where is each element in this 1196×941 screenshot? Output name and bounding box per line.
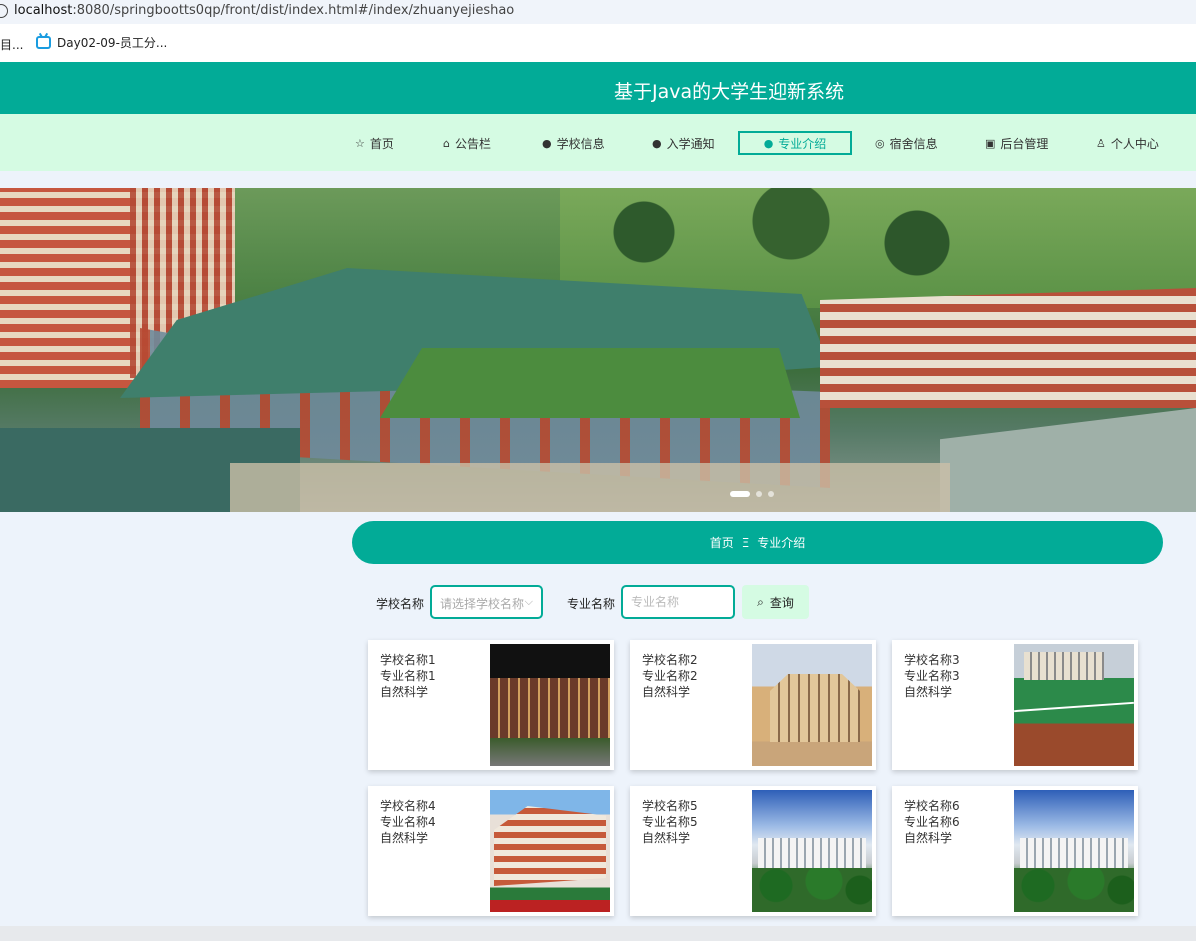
- nav-label: 宿舍信息: [889, 136, 938, 151]
- card-image: [752, 644, 872, 766]
- nav-label: 入学通知: [666, 136, 715, 151]
- nav-item-home[interactable]: ☆ 首页: [355, 131, 394, 155]
- card-major: 专业名称4: [380, 815, 436, 829]
- card-category: 自然科学: [380, 831, 429, 845]
- card-image: [490, 644, 610, 766]
- bookmark-label: Day02-09-员工分...: [57, 36, 168, 50]
- bookmark-item[interactable]: Day02-09-员工分...: [36, 34, 167, 51]
- carousel-indicators: [730, 491, 774, 497]
- alert-circle-icon: ●: [542, 136, 552, 150]
- major-card[interactable]: 学校名称5 专业名称5 自然科学: [630, 786, 876, 916]
- card-image: [490, 790, 610, 912]
- nav-item-profile[interactable]: ♙ 个人中心: [1096, 131, 1159, 155]
- card-category: 自然科学: [904, 685, 953, 699]
- question-circle-icon: ●: [652, 136, 662, 150]
- nav-label: 后台管理: [1000, 136, 1049, 151]
- bilibili-icon: [36, 36, 51, 49]
- nav-item-notices[interactable]: ⌂ 公告栏: [443, 131, 491, 155]
- card-school: 学校名称5: [642, 799, 698, 813]
- url-text[interactable]: localhost:8080/springbootts0qp/front/dis…: [14, 3, 514, 18]
- star-icon: ☆: [355, 136, 365, 150]
- card-school: 学校名称3: [904, 653, 960, 667]
- card-category: 自然科学: [380, 685, 429, 699]
- nav-label: 公告栏: [454, 136, 491, 151]
- nav-label: 个人中心: [1110, 136, 1159, 151]
- nav-item-admin[interactable]: ▣ 后台管理: [985, 131, 1048, 155]
- briefcase-icon: ▣: [985, 136, 996, 150]
- school-name-select[interactable]: 请选择学校名称 ⌵: [430, 585, 543, 619]
- bookmarks-bar: 目... Day02-09-员工分...: [0, 24, 1196, 62]
- nav-item-dorm-info[interactable]: ◎ 宿舍信息: [875, 131, 938, 155]
- bag-icon: ⌂: [443, 136, 450, 150]
- breadcrumb-separator-icon: Ξ: [741, 535, 750, 550]
- card-text: 学校名称4 专业名称4 自然科学: [380, 798, 436, 846]
- school-select-placeholder: 请选择学校名称: [440, 597, 525, 611]
- banner-plaza: [230, 463, 950, 512]
- nav-item-major-intro[interactable]: ● 专业介绍: [738, 131, 852, 155]
- major-card[interactable]: 学校名称2 专业名称2 自然科学: [630, 640, 876, 770]
- info-circle-icon: ●: [763, 136, 774, 150]
- banner-roof-garden: [380, 348, 800, 418]
- user-icon: ♙: [1096, 136, 1106, 150]
- site-info-icon[interactable]: [0, 4, 8, 18]
- card-category: 自然科学: [904, 831, 953, 845]
- card-text: 学校名称5 专业名称5 自然科学: [642, 798, 698, 846]
- breadcrumb-current: 专业介绍: [757, 536, 806, 550]
- card-category: 自然科学: [642, 685, 691, 699]
- breadcrumb-home[interactable]: 首页: [710, 534, 734, 551]
- carousel-dot-active[interactable]: [730, 491, 750, 497]
- card-school: 学校名称4: [380, 799, 436, 813]
- major-card[interactable]: 学校名称1 专业名称1 自然科学: [368, 640, 614, 770]
- nav-label: 专业介绍: [778, 136, 827, 151]
- banner-building-right-low: [940, 408, 1196, 512]
- school-name-label: 学校名称: [376, 597, 425, 611]
- address-bar[interactable]: localhost:8080/springbootts0qp/front/dis…: [0, 0, 1196, 24]
- card-text: 学校名称1 专业名称1 自然科学: [380, 652, 436, 700]
- card-major: 专业名称2: [642, 669, 698, 683]
- card-school: 学校名称6: [904, 799, 960, 813]
- major-name-input[interactable]: [621, 585, 735, 619]
- search-button[interactable]: ⌕ 查询: [742, 585, 809, 619]
- target-icon: ◎: [875, 136, 885, 150]
- card-major: 专业名称3: [904, 669, 960, 683]
- card-category: 自然科学: [642, 831, 691, 845]
- card-major: 专业名称6: [904, 815, 960, 829]
- card-text: 学校名称3 专业名称3 自然科学: [904, 652, 960, 700]
- site-header: 基于Java的大学生迎新系统: [0, 62, 1196, 114]
- chevron-down-icon: ⌵: [524, 595, 533, 608]
- site-title: 基于Java的大学生迎新系统: [614, 81, 845, 103]
- banner-carousel[interactable]: [0, 188, 1196, 512]
- breadcrumb: 首页 Ξ 专业介绍: [352, 521, 1163, 564]
- major-card[interactable]: 学校名称4 专业名称4 自然科学: [368, 786, 614, 916]
- nav-item-school-info[interactable]: ● 学校信息: [542, 131, 605, 155]
- banner-trees: [560, 188, 980, 298]
- search-icon: ⌕: [757, 594, 764, 609]
- carousel-dot[interactable]: [768, 491, 774, 497]
- horizontal-scrollbar[interactable]: [0, 926, 1196, 941]
- search-button-label: 查询: [769, 595, 794, 610]
- card-image: [752, 790, 872, 912]
- main-nav: ☆ 首页 ⌂ 公告栏 ● 学校信息 ● 入学通知 ● 专业介绍 ◎ 宿舍信息 ▣…: [0, 114, 1196, 171]
- nav-label: 首页: [369, 136, 394, 151]
- card-school: 学校名称1: [380, 653, 436, 667]
- nav-label: 学校信息: [556, 136, 605, 151]
- card-school: 学校名称2: [642, 653, 698, 667]
- card-major: 专业名称1: [380, 669, 436, 683]
- major-card[interactable]: 学校名称6 专业名称6 自然科学: [892, 786, 1138, 916]
- card-image: [1014, 790, 1134, 912]
- card-text: 学校名称2 专业名称2 自然科学: [642, 652, 698, 700]
- card-text: 学校名称6 专业名称6 自然科学: [904, 798, 960, 846]
- banner-building-right: [820, 288, 1196, 408]
- bookmark-partial[interactable]: 目...: [0, 36, 23, 53]
- nav-item-admission-notice[interactable]: ● 入学通知: [652, 131, 715, 155]
- carousel-dot[interactable]: [756, 491, 762, 497]
- major-name-label: 专业名称: [567, 597, 616, 611]
- major-card[interactable]: 学校名称3 专业名称3 自然科学: [892, 640, 1138, 770]
- card-major: 专业名称5: [642, 815, 698, 829]
- card-image: [1014, 644, 1134, 766]
